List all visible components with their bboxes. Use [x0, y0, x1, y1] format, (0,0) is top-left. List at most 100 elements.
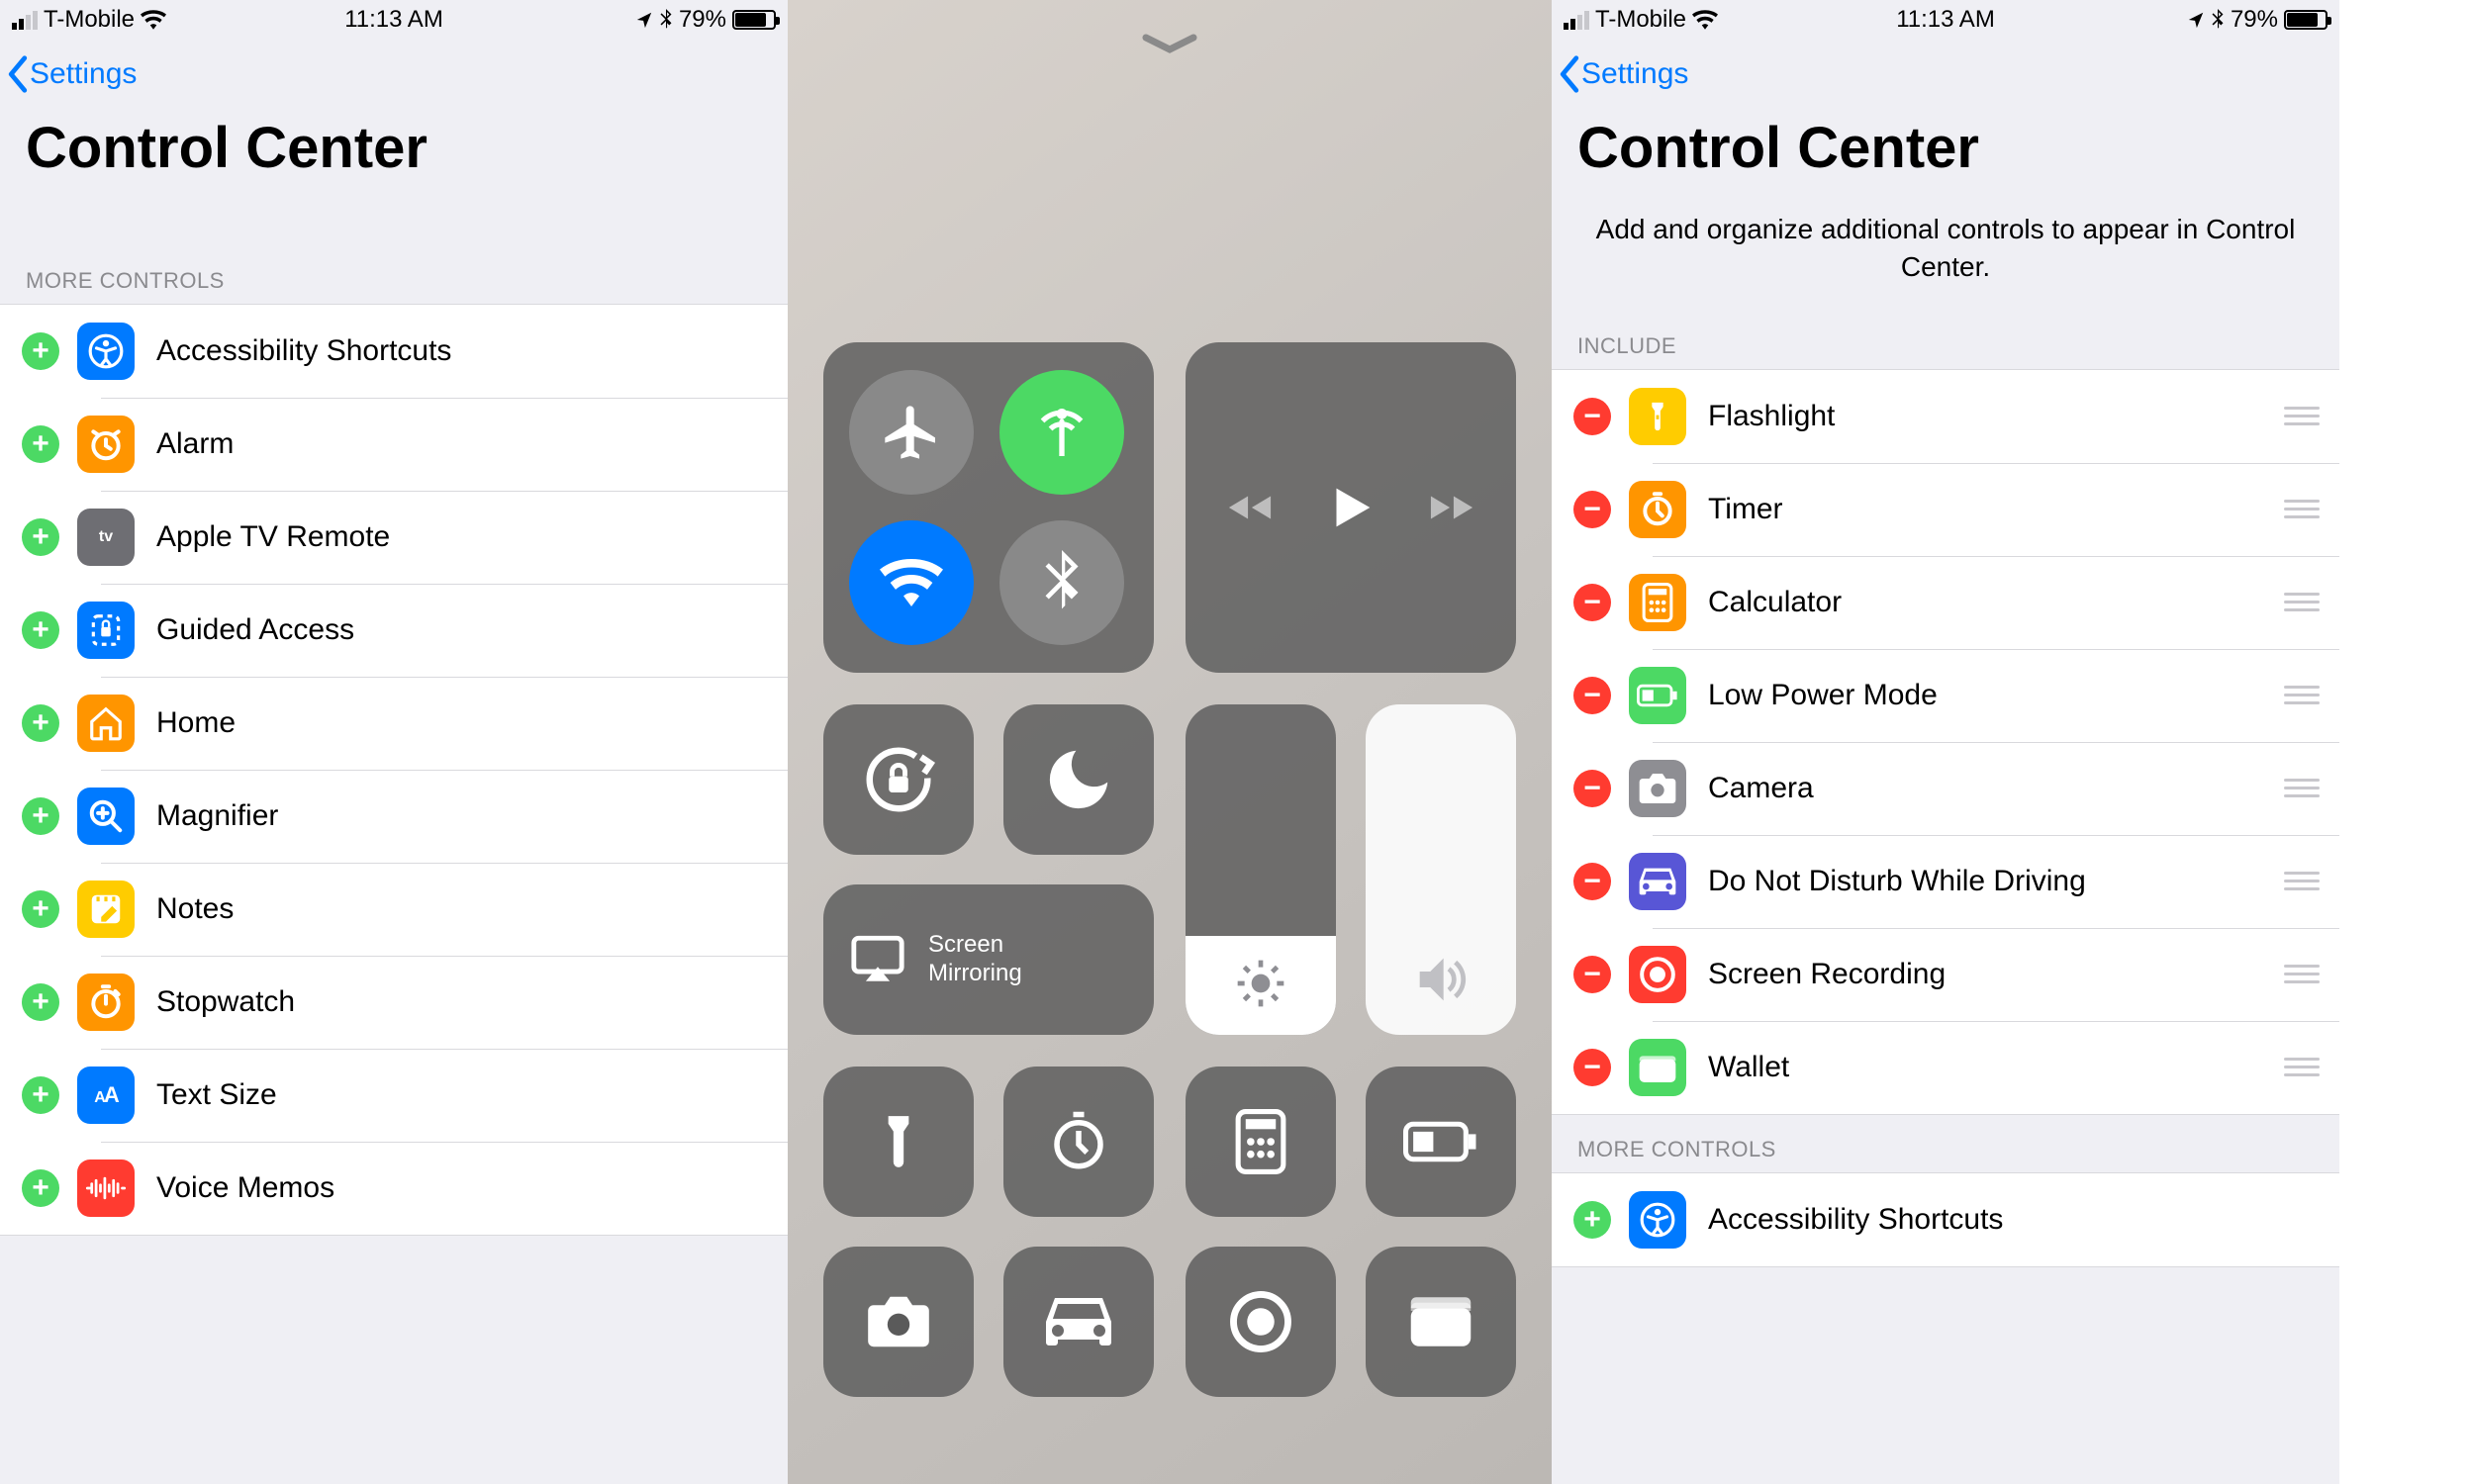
forward-icon[interactable] — [1429, 485, 1474, 530]
add-button[interactable]: + — [1573, 1201, 1611, 1239]
row-label: Apple TV Remote — [156, 520, 774, 554]
drag-handle-icon[interactable] — [2284, 965, 2326, 983]
list-item[interactable]: + tv Apple TV Remote — [0, 491, 788, 584]
drag-handle-icon[interactable] — [2284, 593, 2326, 611]
access-icon — [1629, 1191, 1686, 1249]
list-item[interactable]: − Calculator — [1552, 556, 2339, 649]
remove-button[interactable]: − — [1573, 770, 1611, 807]
list-item[interactable]: − Timer — [1552, 463, 2339, 556]
bluetooth-toggle[interactable] — [999, 520, 1124, 645]
row-label: Calculator — [1708, 586, 2284, 619]
remove-button[interactable]: − — [1573, 491, 1611, 528]
drag-handle-icon[interactable] — [2284, 686, 2326, 704]
airplane-mode-toggle[interactable] — [849, 370, 974, 495]
brightness-slider[interactable] — [1186, 704, 1336, 1035]
calculator-tile[interactable] — [1186, 1067, 1336, 1217]
drag-handle-icon[interactable] — [2284, 407, 2326, 425]
add-button[interactable]: + — [22, 704, 59, 742]
car-icon — [1629, 853, 1686, 910]
list-item[interactable]: −Do Not Disturb While Driving — [1552, 835, 2339, 928]
remove-button[interactable]: − — [1573, 398, 1611, 435]
list-item[interactable]: − Camera — [1552, 742, 2339, 835]
volume-slider[interactable] — [1366, 704, 1516, 1035]
add-button[interactable]: + — [22, 1076, 59, 1114]
back-button[interactable]: Settings — [1558, 55, 1688, 93]
more-controls-list: +Accessibility Shortcuts — [1552, 1172, 2339, 1267]
list-item[interactable]: −Flashlight — [1552, 370, 2339, 463]
remove-button[interactable]: − — [1573, 584, 1611, 621]
nav-bar: Settings — [1552, 40, 2339, 109]
drag-handle-icon[interactable] — [2284, 500, 2326, 518]
flashlight-tile[interactable] — [823, 1067, 974, 1217]
list-item[interactable]: +Magnifier — [0, 770, 788, 863]
nav-bar: Settings — [0, 40, 788, 109]
play-icon[interactable] — [1322, 479, 1379, 536]
list-item[interactable]: +Notes — [0, 863, 788, 956]
row-label: Camera — [1708, 772, 2284, 805]
drag-handle-icon[interactable] — [2284, 1058, 2326, 1076]
carrier-label: T-Mobile — [44, 6, 135, 34]
battery-icon — [732, 10, 776, 30]
list-item[interactable]: + AA Text Size — [0, 1049, 788, 1142]
row-label: Timer — [1708, 493, 2284, 526]
timer-tile[interactable] — [1003, 1067, 1154, 1217]
row-label: Wallet — [1708, 1051, 2284, 1084]
driving-tile[interactable] — [1003, 1247, 1154, 1397]
add-button[interactable]: + — [22, 1169, 59, 1207]
list-item[interactable]: + Alarm — [0, 398, 788, 491]
remove-button[interactable]: − — [1573, 1049, 1611, 1086]
list-item[interactable]: −Low Power Mode — [1552, 649, 2339, 742]
screen-mirroring-label: Screen Mirroring — [928, 931, 1022, 988]
row-label: Alarm — [156, 427, 774, 461]
wallet-tile[interactable] — [1366, 1247, 1516, 1397]
drag-handle-icon[interactable] — [2284, 872, 2326, 890]
screen-mirroring-tile[interactable]: Screen Mirroring — [823, 884, 1154, 1035]
add-button[interactable]: + — [22, 518, 59, 556]
orientation-lock-tile[interactable] — [823, 704, 974, 855]
do-not-disturb-tile[interactable] — [1003, 704, 1154, 855]
rewind-icon[interactable] — [1227, 485, 1273, 530]
remove-button[interactable]: − — [1573, 863, 1611, 900]
low-power-tile[interactable] — [1366, 1067, 1516, 1217]
voice-icon — [77, 1159, 135, 1217]
page-title: Control Center — [0, 109, 788, 207]
add-button[interactable]: + — [22, 425, 59, 463]
signal-icon — [12, 11, 38, 30]
notes-icon — [77, 881, 135, 938]
add-button[interactable]: + — [22, 797, 59, 835]
connectivity-tile[interactable] — [823, 342, 1154, 673]
remove-button[interactable]: − — [1573, 956, 1611, 993]
add-button[interactable]: + — [22, 983, 59, 1021]
battery-icon — [2284, 10, 2328, 30]
cellular-data-toggle[interactable] — [999, 370, 1124, 495]
add-button[interactable]: + — [22, 611, 59, 649]
timer-icon — [1629, 481, 1686, 538]
add-button[interactable]: + — [22, 890, 59, 928]
include-header: INCLUDE — [1552, 312, 2339, 369]
include-list: −Flashlight−Timer−Calculator−Low Power M… — [1552, 369, 2339, 1115]
remove-button[interactable]: − — [1573, 677, 1611, 714]
atv-icon: tv — [77, 509, 135, 566]
list-item[interactable]: +Guided Access — [0, 584, 788, 677]
row-label: Text Size — [156, 1078, 774, 1112]
drag-handle-icon[interactable] — [2284, 779, 2326, 797]
battery-pct: 79% — [2231, 6, 2278, 34]
camera-tile[interactable] — [823, 1247, 974, 1397]
list-item[interactable]: +Accessibility Shortcuts — [0, 305, 788, 398]
media-tile[interactable] — [1186, 342, 1516, 673]
list-item[interactable]: +Stopwatch — [0, 956, 788, 1049]
add-button[interactable]: + — [22, 332, 59, 370]
text-icon: AA — [77, 1067, 135, 1124]
screen-record-tile[interactable] — [1186, 1247, 1336, 1397]
back-label: Settings — [30, 57, 137, 91]
list-item[interactable]: + Voice Memos — [0, 1142, 788, 1235]
list-item[interactable]: − Wallet — [1552, 1021, 2339, 1114]
row-label: Voice Memos — [156, 1171, 774, 1205]
list-item[interactable]: −Screen Recording — [1552, 928, 2339, 1021]
list-item[interactable]: +Accessibility Shortcuts — [1552, 1173, 2339, 1266]
list-item[interactable]: +Home — [0, 677, 788, 770]
chevron-down-icon[interactable] — [1142, 34, 1197, 55]
page-title: Control Center — [1552, 109, 2339, 207]
wifi-toggle[interactable] — [849, 520, 974, 645]
back-button[interactable]: Settings — [6, 55, 137, 93]
